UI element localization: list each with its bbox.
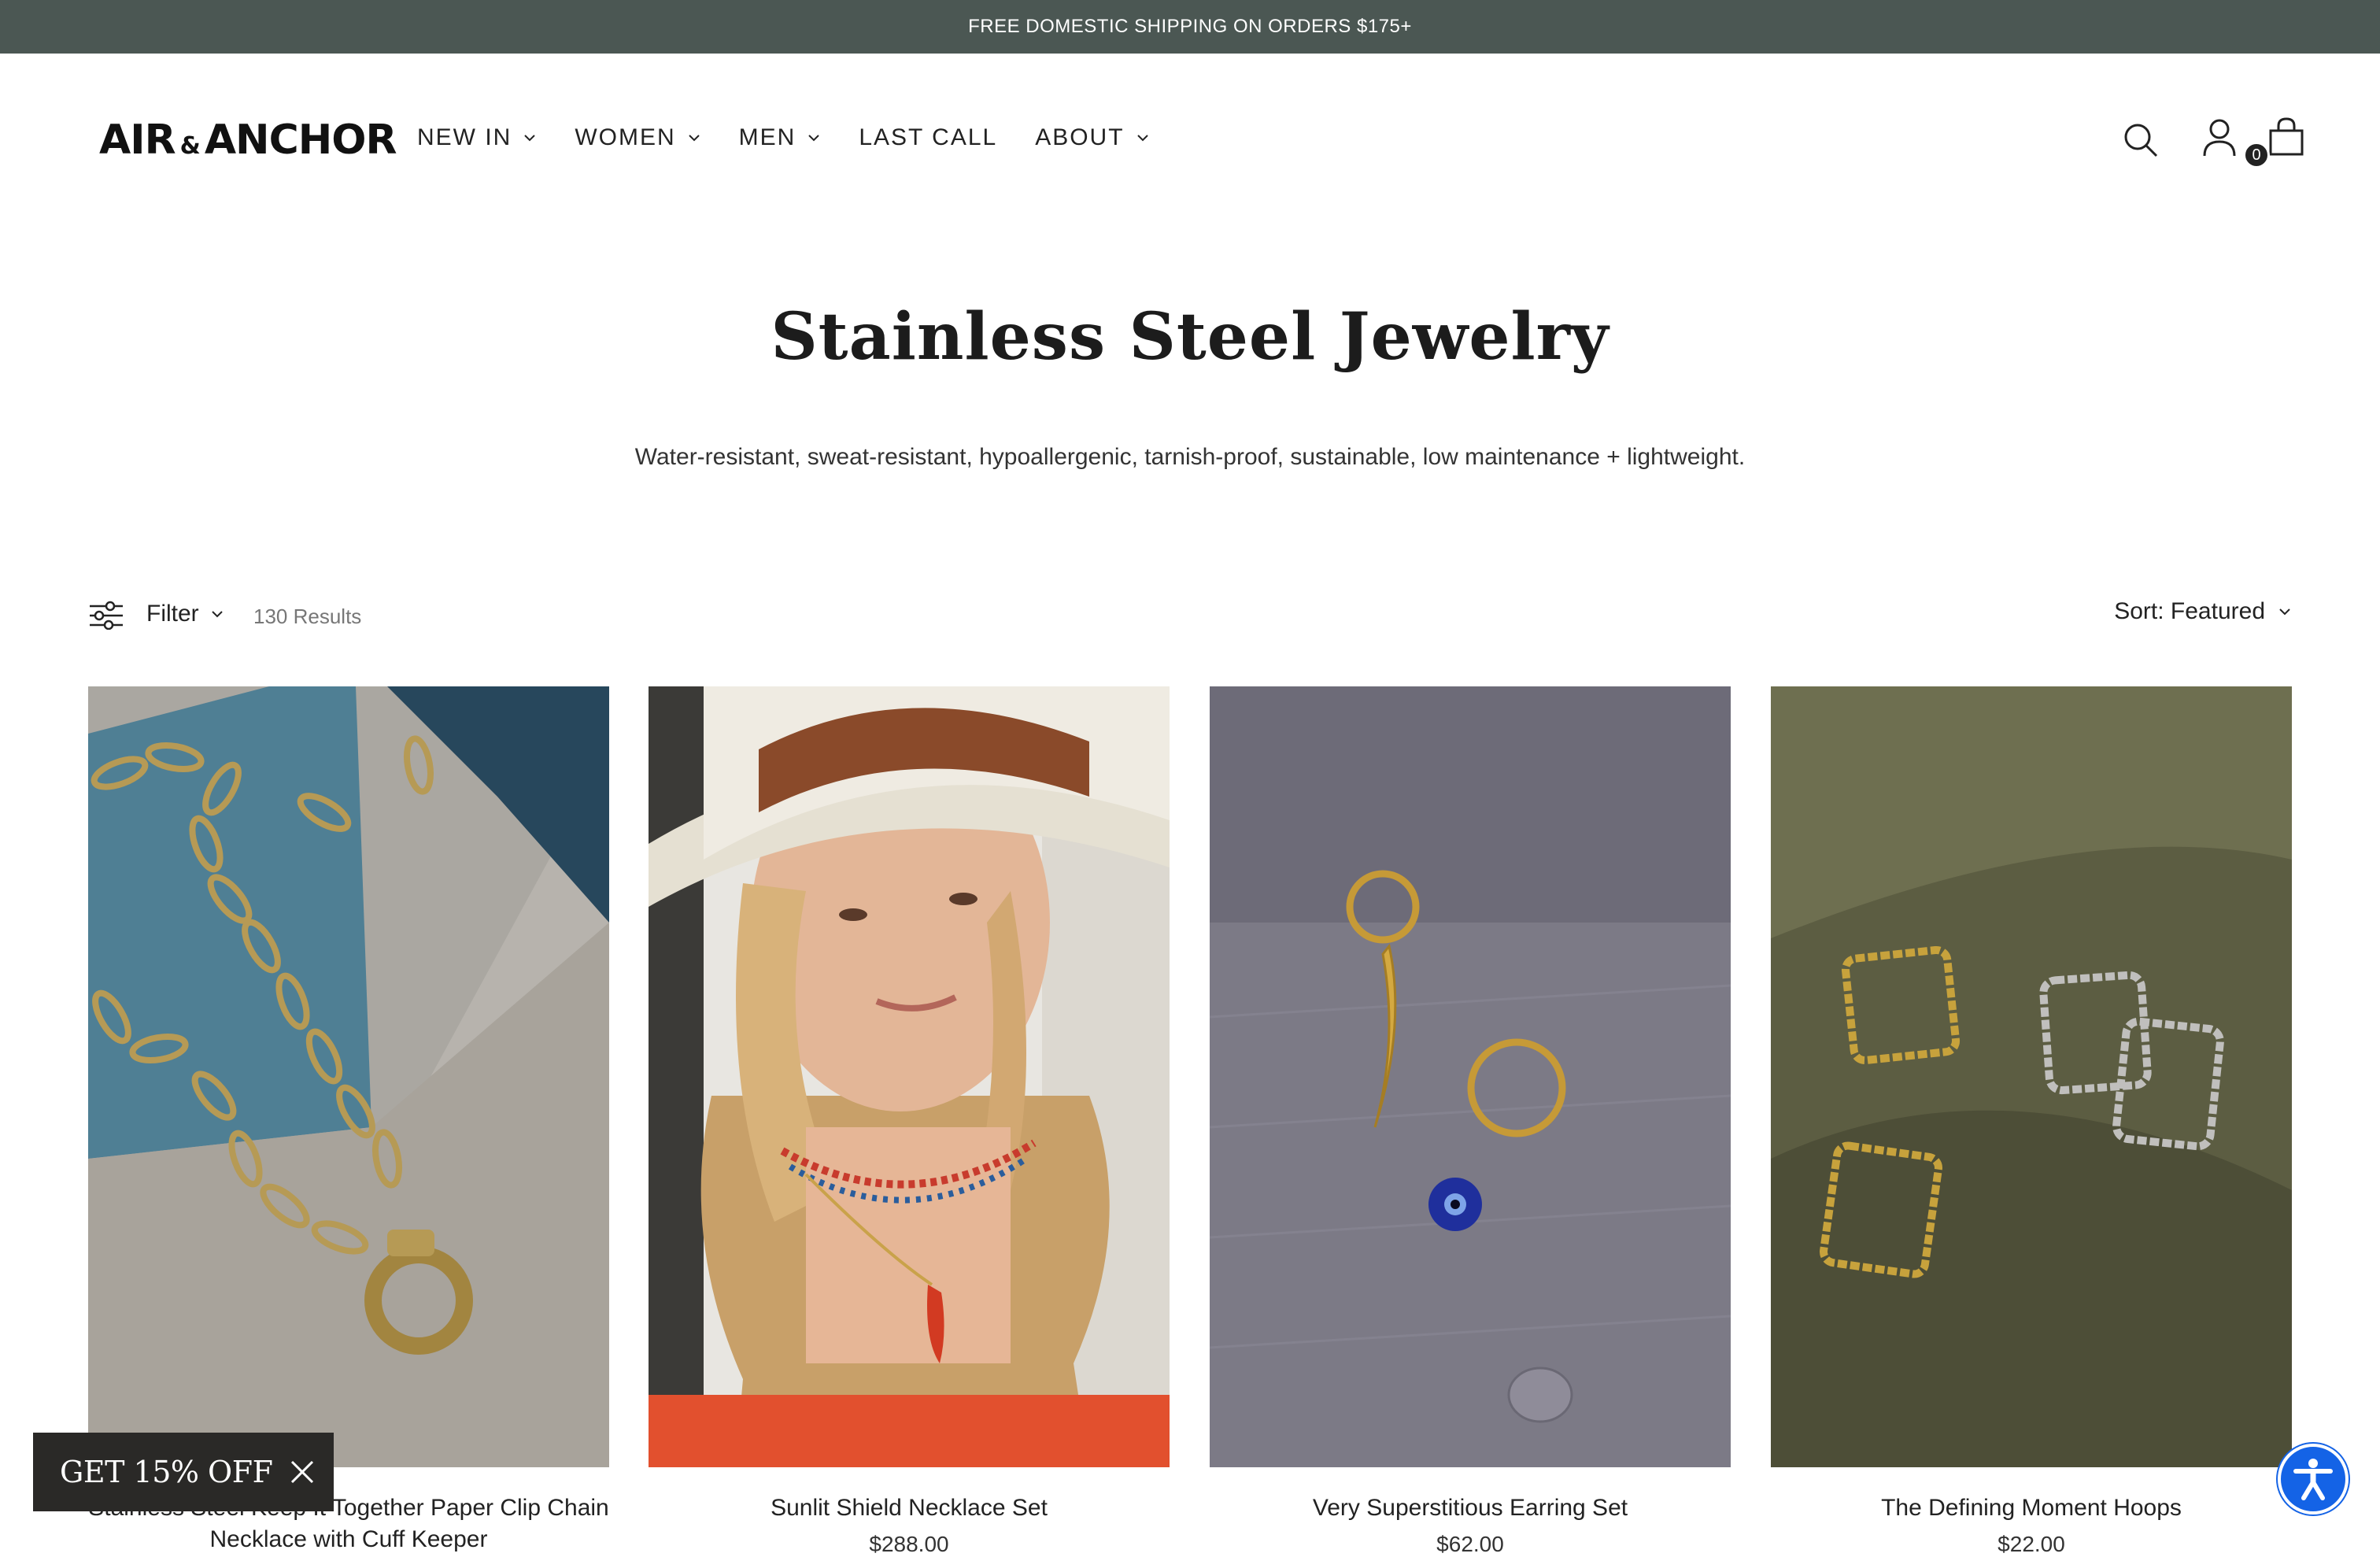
accessibility-icon xyxy=(2293,1459,2333,1500)
nav-item-label: LAST CALL xyxy=(859,124,998,150)
nav-item-about[interactable]: ABOUT xyxy=(1035,124,1149,151)
product-name[interactable]: Very Superstitious Earring Set xyxy=(1210,1492,1731,1524)
account-icon[interactable] xyxy=(2201,118,2238,159)
brand-logo-right: ANCHOR xyxy=(204,116,397,164)
nav-item-label: MEN xyxy=(738,124,796,150)
page-description: Water-resistant, sweat-resistant, hypoal… xyxy=(634,444,1746,470)
product-card[interactable]: The Defining Moment Hoops $22.00 xyxy=(1771,686,2292,1556)
chevron-down-icon xyxy=(688,135,700,142)
product-image-sunlit-shield[interactable] xyxy=(649,686,1170,1467)
announcement-bar: FREE DOMESTIC SHIPPING ON ORDERS $175+ xyxy=(0,0,2380,54)
search-icon[interactable] xyxy=(2122,121,2160,159)
product-name[interactable]: Sunlit Shield Necklace Set xyxy=(649,1492,1170,1524)
cart-count-badge: 0 xyxy=(2243,142,2270,168)
nav-item-label: ABOUT xyxy=(1035,124,1125,150)
product-card[interactable]: Stainless Steel Keep It Together Paper C… xyxy=(88,686,609,1552)
close-icon[interactable] xyxy=(290,1459,315,1485)
chevron-down-icon xyxy=(808,135,820,142)
chevron-down-icon xyxy=(2279,608,2290,616)
product-card[interactable]: Sunlit Shield Necklace Set $288.00 xyxy=(649,686,1170,1556)
site-header: AIR & ANCHOR NEW IN WOMEN MEN LAST CALL … xyxy=(0,54,2380,227)
nav-item-women[interactable]: WOMEN xyxy=(575,124,700,151)
cart-icon[interactable] xyxy=(2267,116,2306,159)
nav-item-men[interactable]: MEN xyxy=(739,124,822,151)
results-count: 130 Results xyxy=(253,605,362,628)
nav-item-last-call[interactable]: LAST CALL xyxy=(859,124,997,151)
product-price: $62.00 xyxy=(1436,1532,1504,1556)
filter-button[interactable]: Filter xyxy=(88,598,224,630)
product-image-superstitious-earrings[interactable] xyxy=(1210,686,1731,1467)
product-grid: Stainless Steel Keep It Together Paper C… xyxy=(88,686,2292,1556)
promo-label: GET 15% OFF xyxy=(60,1455,273,1489)
chevron-down-icon xyxy=(1136,135,1148,142)
nav-item-new-in[interactable]: NEW IN xyxy=(417,124,537,151)
sort-label: Sort: Featured xyxy=(2114,598,2265,624)
brand-logo-left: AIR xyxy=(99,116,176,164)
sort-dropdown[interactable]: Sort: Featured xyxy=(2114,598,2292,625)
discount-promo-tab[interactable]: GET 15% OFF xyxy=(33,1433,334,1511)
filter-sliders-icon xyxy=(90,601,123,630)
product-price: $22.00 xyxy=(1998,1532,2065,1556)
nav-item-label: WOMEN xyxy=(575,124,676,150)
nav-item-label: NEW IN xyxy=(417,124,512,150)
product-image-chain-necklace[interactable] xyxy=(88,686,609,1467)
filter-label: Filter xyxy=(146,601,199,627)
product-name[interactable]: The Defining Moment Hoops xyxy=(1771,1492,2292,1524)
brand-logo-amp: & xyxy=(179,132,201,160)
collection-toolbar: Filter 130 Results Sort: Featured xyxy=(0,598,2380,638)
accessibility-button[interactable] xyxy=(2278,1444,2349,1514)
page-title: Stainless Steel Jewelry xyxy=(771,299,1609,375)
product-card[interactable]: Very Superstitious Earring Set $62.00 xyxy=(1210,686,1731,1556)
chevron-down-icon xyxy=(211,611,223,618)
product-image-defining-moment-hoops[interactable] xyxy=(1771,686,2292,1467)
chevron-down-icon xyxy=(524,135,536,142)
product-price: $288.00 xyxy=(869,1532,949,1556)
announcement-text: FREE DOMESTIC SHIPPING ON ORDERS $175+ xyxy=(968,16,1412,37)
main-nav: NEW IN WOMEN MEN LAST CALL ABOUT xyxy=(417,124,1188,151)
brand-logo[interactable]: AIR & ANCHOR xyxy=(99,116,397,164)
